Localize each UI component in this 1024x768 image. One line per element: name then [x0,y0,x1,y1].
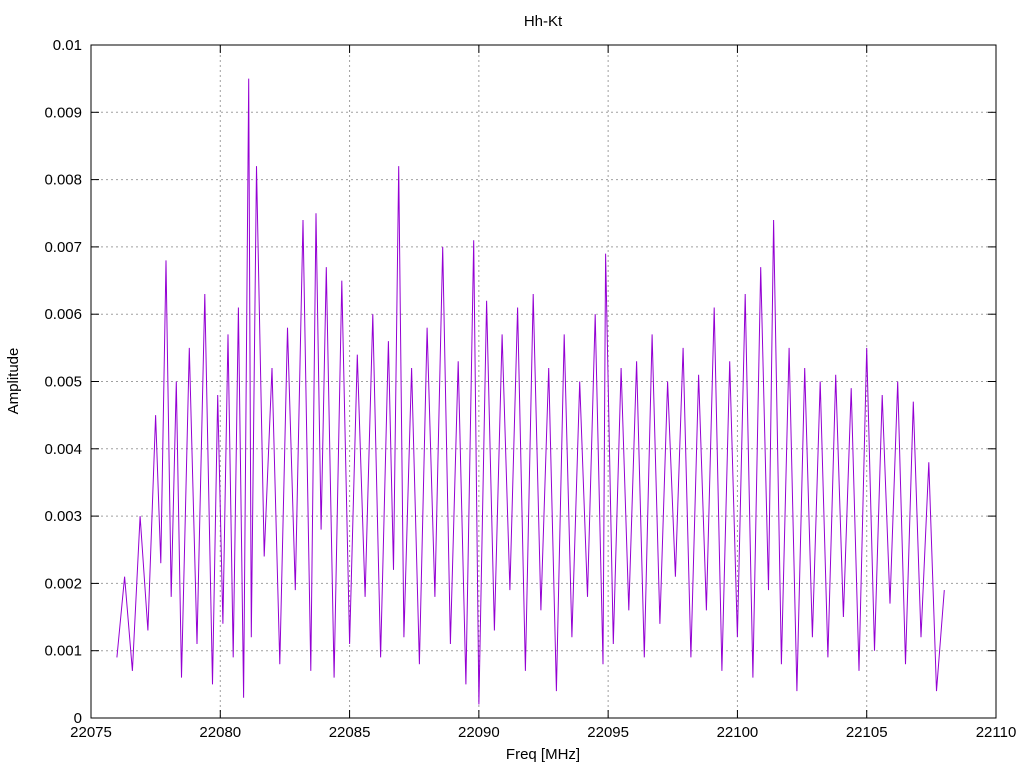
series-line [116,78,945,705]
x-tick-label: 22105 [846,724,888,741]
y-tick-label: 0.01 [53,37,82,54]
x-axis-title: Freq [MHz] [506,746,580,763]
series-group [116,78,945,705]
y-tick-label: 0.005 [44,374,82,391]
chart: Hh-Kt 22075 22080 22085 22090 22095 22100 2210… [5,13,1016,763]
x-tick-label: 22110 [976,724,1017,741]
y-tick-label: 0.004 [44,441,82,458]
x-tick-labels: 22075 22080 22085 22090 22095 22100 22105 22110 [70,724,1016,741]
y-tick-label: 0.009 [44,104,82,121]
x-tick-label: 22080 [199,724,241,741]
y-tick-label: 0.002 [44,575,82,592]
y-tick-labels: 0 0.001 0.002 0.003 0.004 0.005 0.006 0.007 0.00… [44,37,82,727]
y-tick-label: 0.006 [44,306,82,323]
chart-title: Hh-Kt [524,13,563,30]
y-tick-label: 0.003 [44,508,82,525]
y-tick-label: 0.008 [44,172,82,189]
y-tick-label: 0 [74,710,82,727]
y-axis-title: Amplitude [5,348,22,415]
x-tick-label: 22085 [329,724,371,741]
y-tick-label: 0.001 [44,643,82,660]
x-tick-label: 22090 [458,724,500,741]
x-tick-label: 22100 [717,724,759,741]
y-tick-label: 0.007 [44,239,82,256]
x-tick-label: 22095 [587,724,629,741]
